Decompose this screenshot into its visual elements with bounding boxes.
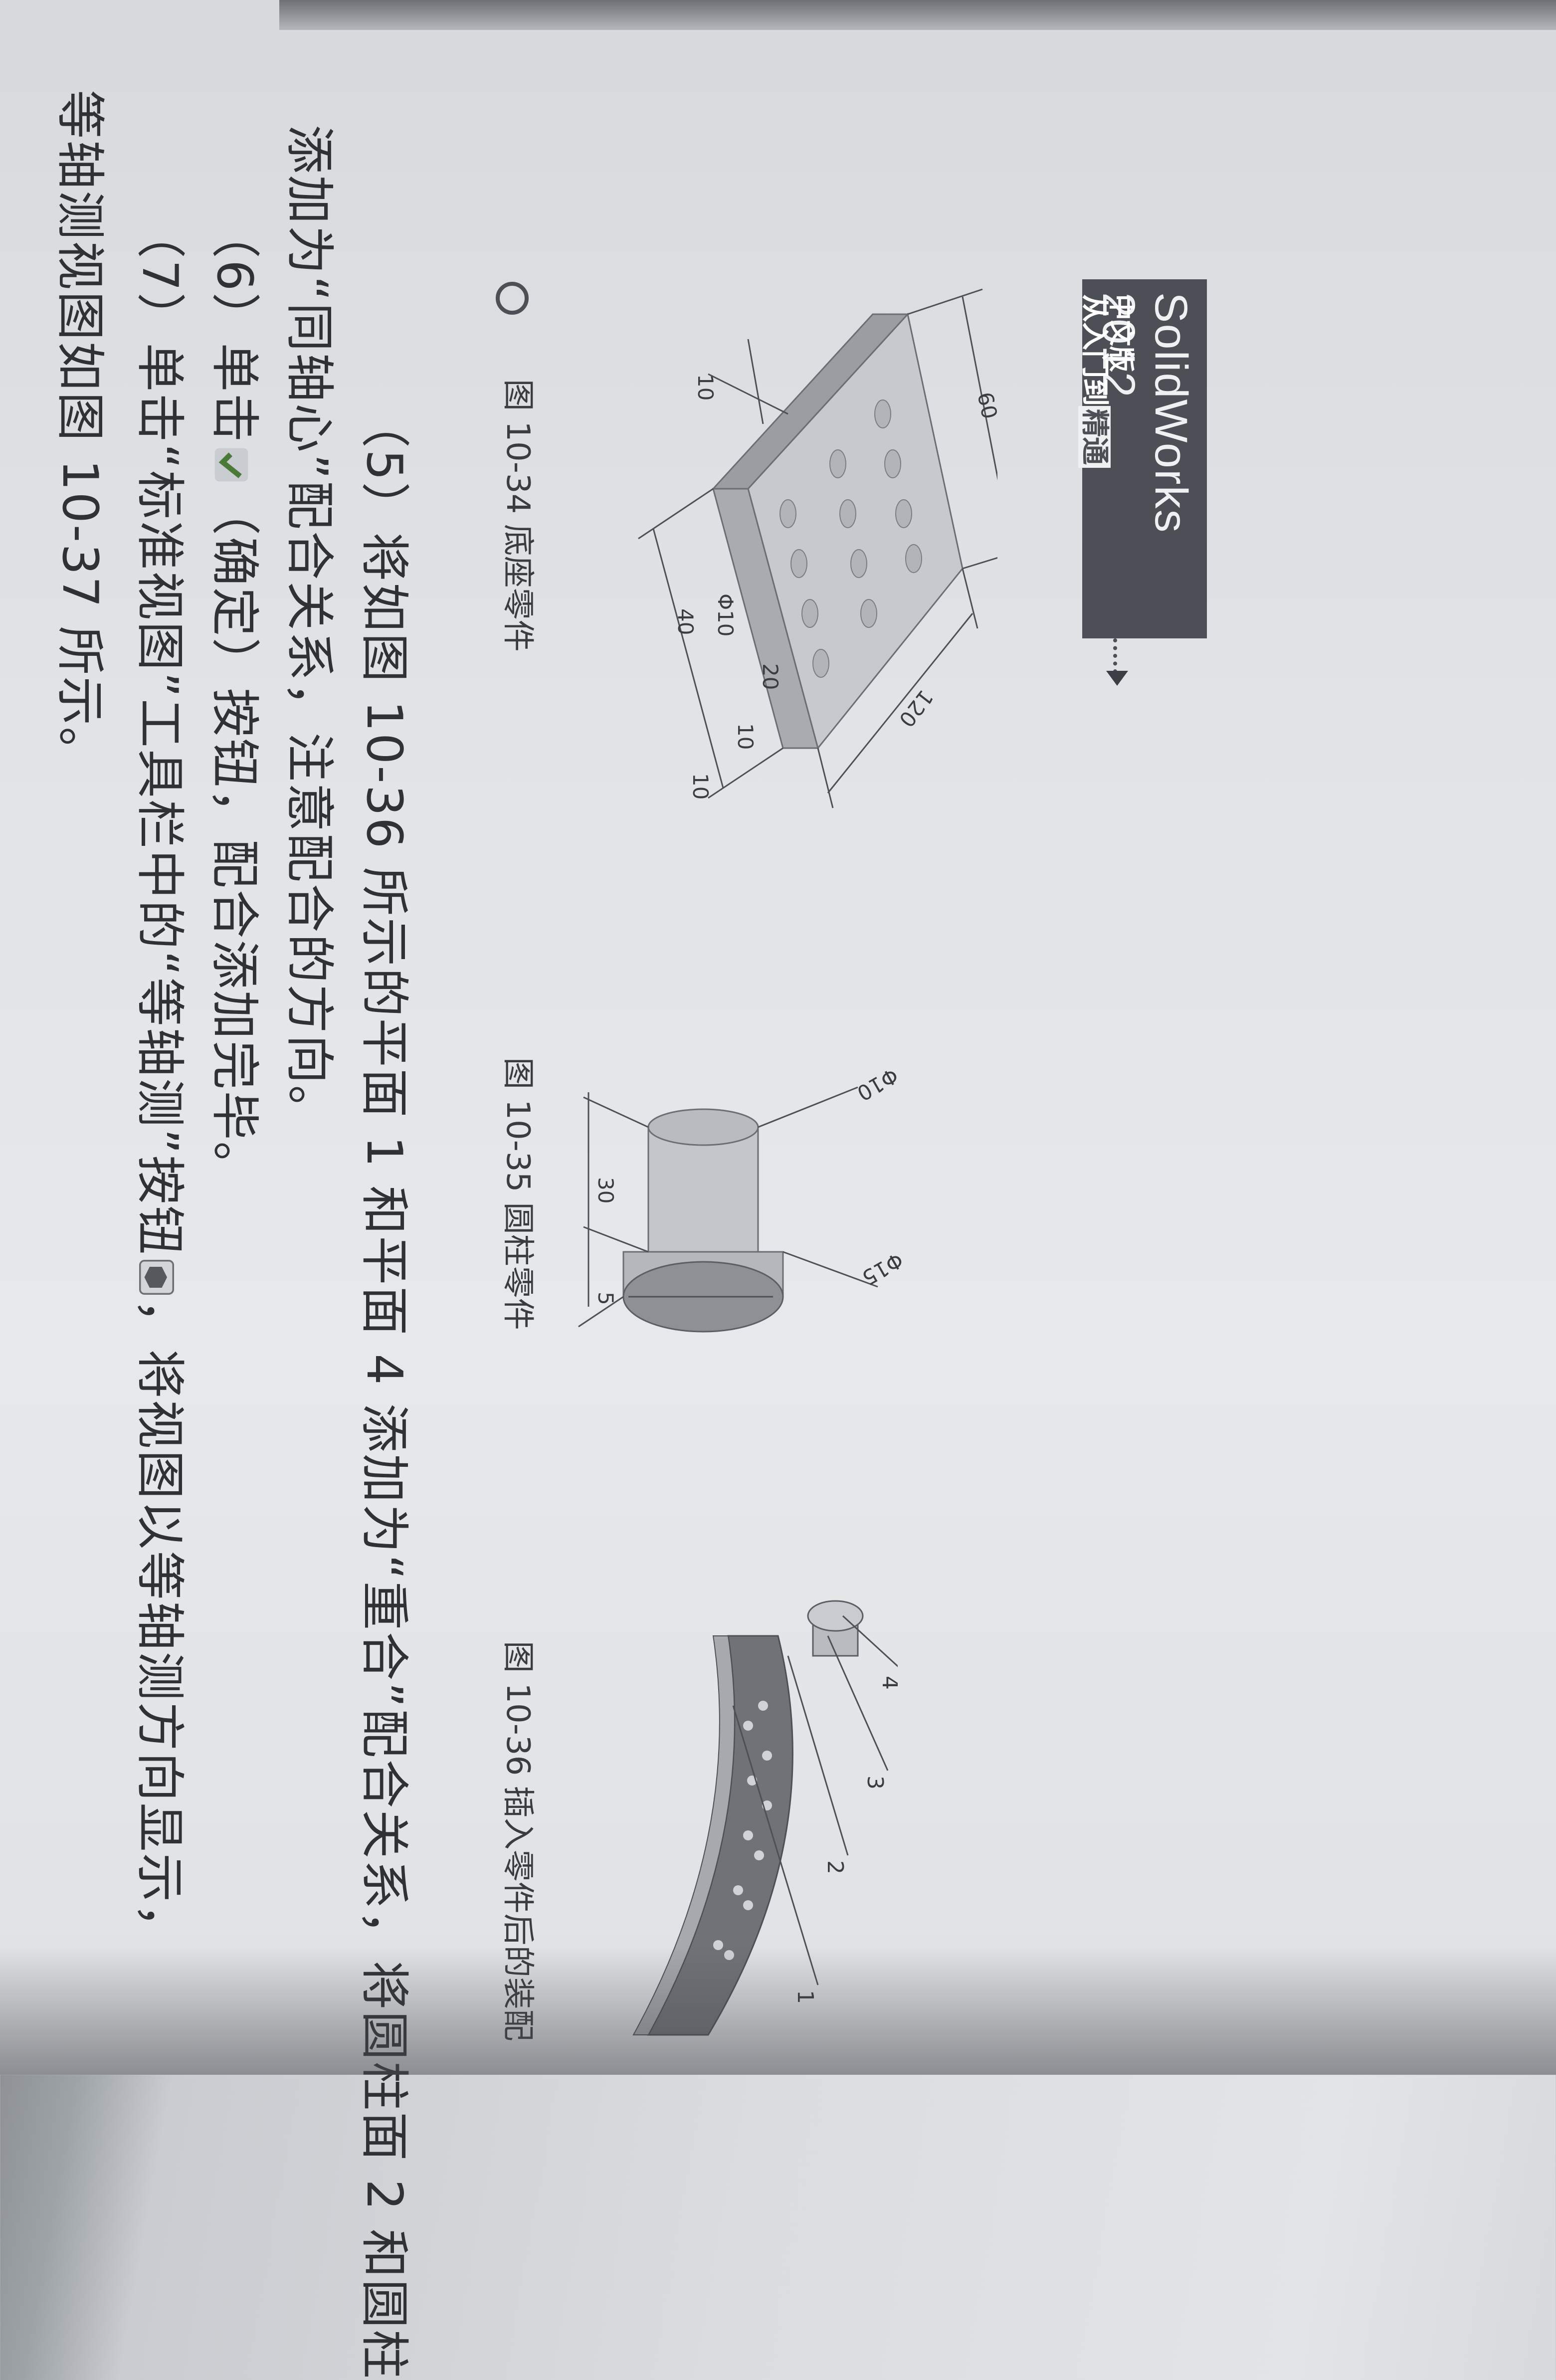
cylinder-dim-30: 30 (593, 1177, 618, 1203)
plate-dim-10-bottom: 10 (688, 773, 713, 799)
book-page: SolidWorks 2012 中文版 从入门到精通 60 10 Φ10 40 … (0, 0, 1556, 2380)
header-subtitle-prefix: 从入门到 (1078, 294, 1111, 406)
header-connector (1113, 638, 1117, 673)
cylinder-dim-phi10: Φ10 (853, 1063, 902, 1106)
paragraph-6: （6）单击 （确定）按钮，配合添加完毕。 (203, 209, 274, 1191)
header-circle-icon (496, 282, 529, 315)
paragraph-5-line-1: （5）将如图 10-36 所示的平面 1 和平面 4 添加为“重合”配合关系，将… (356, 399, 412, 2380)
callout-3: 3 (862, 1776, 888, 1789)
paragraph-7-suffix: ，将视图以等轴测方向显示， (131, 1299, 188, 1954)
plate-dim-60: 60 (972, 390, 997, 421)
plate-dim-10-top: 10 (693, 374, 718, 400)
cylinder-shaft-end (647, 1108, 759, 1146)
figure-caption-10-35: 图 10-35 圆柱零件 (499, 1057, 536, 1330)
paragraph-6-suffix: （确定）按钮，配合添加完毕。 (206, 486, 263, 1192)
book-gutter-shadow (0, 1945, 1556, 2075)
plate-dim-phi10: Φ10 (713, 594, 738, 637)
cylinder-dim-phi15: Φ15 (858, 1247, 907, 1290)
plate-dim-20: 20 (758, 663, 782, 690)
figure-cylinder-part: Φ15 Φ10 30 5 (578, 1063, 908, 1333)
checkmark-icon[interactable] (214, 447, 249, 482)
paragraph-7-line-2: 等轴测视图如图 10-37 所示。 (51, 90, 108, 778)
header-subtitle: 从入门到精通 (1077, 294, 1117, 468)
figure-caption-10-34: 图 10-34 底座零件 (499, 379, 536, 652)
paragraph-7-prefix: （7）单击“标准视图”工具栏中的“等轴测”按钮 (131, 209, 188, 1256)
isometric-view-icon[interactable] (139, 1260, 174, 1295)
page-content: SolidWorks 2012 中文版 从入门到精通 60 10 Φ10 40 … (0, 0, 1556, 2380)
callout-4: 4 (877, 1676, 898, 1690)
cylinder-dim-5: 5 (593, 1292, 618, 1305)
header-pointer-icon (1106, 671, 1128, 686)
paragraph-6-prefix: （6）单击 (206, 209, 263, 444)
paragraph-5-line-2: 添加为“同轴心”配合关系，注意配合的方向。 (281, 125, 338, 1136)
plate-dim-10-right: 10 (733, 723, 758, 750)
book-header: SolidWorks 2012 中文版 从入门到精通 (1078, 279, 1207, 638)
plate-dim-120: 120 (894, 685, 938, 732)
header-subtitle-highlight: 精通 (1078, 406, 1111, 468)
callout-2: 2 (822, 1860, 848, 1874)
figure-base-plate: 60 10 Φ10 40 120 20 10 10 (638, 288, 997, 808)
paragraph-7-line-1: （7）单击“标准视图”工具栏中的“等轴测”按钮 ，将视图以等轴测方向显示， (129, 209, 199, 1954)
plate-dim-40: 40 (673, 608, 698, 635)
